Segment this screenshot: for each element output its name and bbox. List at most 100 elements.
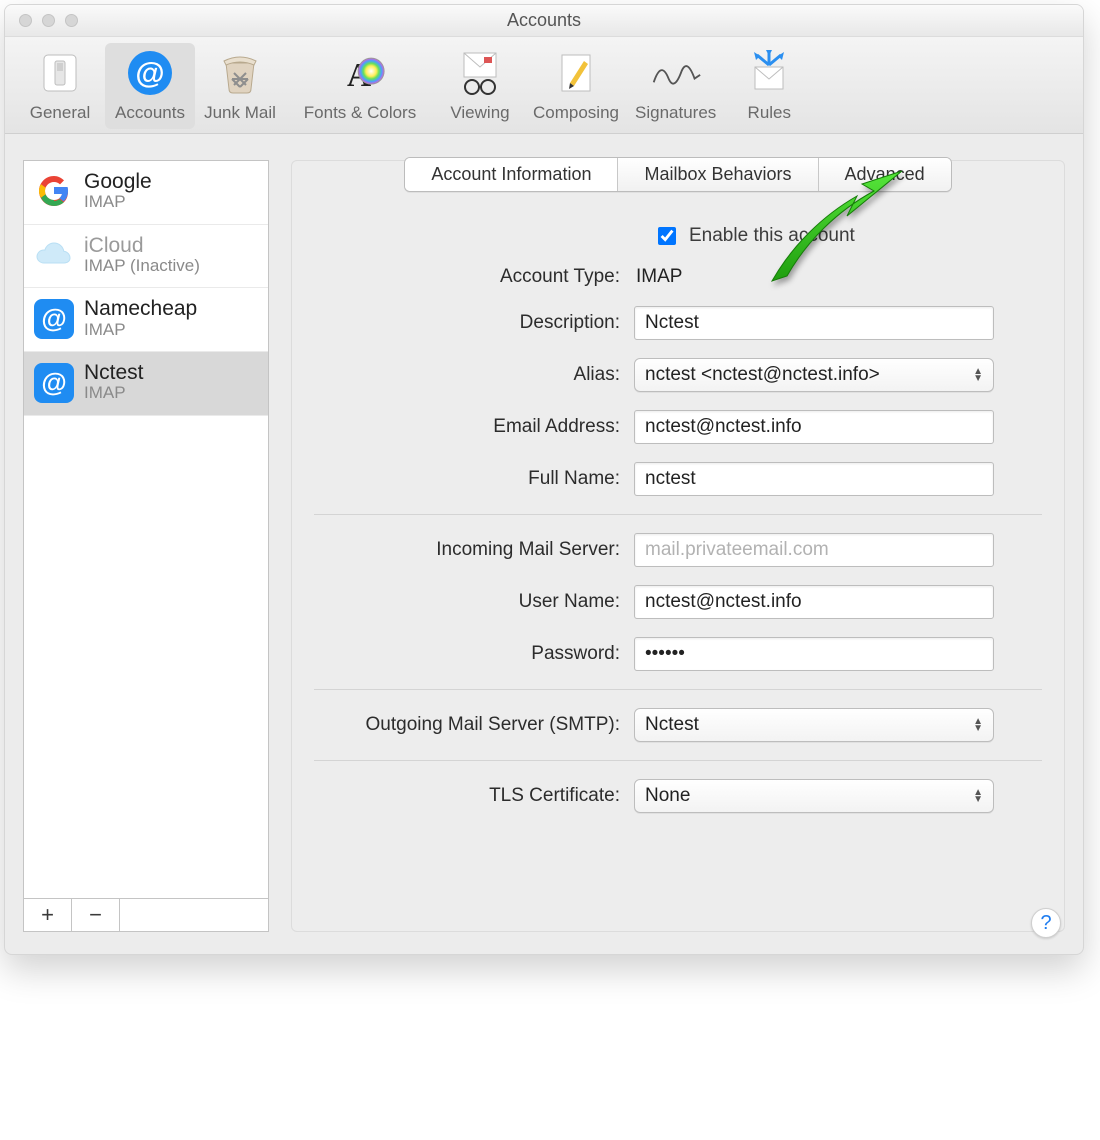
password-label: Password: <box>314 643 634 665</box>
alias-value: nctest <nctest@nctest.info> <box>645 364 880 386</box>
enable-account-checkbox[interactable] <box>658 227 676 245</box>
account-detail-panel: Account Information Mailbox Behaviors Ad… <box>291 160 1065 932</box>
account-form: Enable this account Account Type: IMAP D… <box>314 218 1042 819</box>
incoming-input <box>634 533 994 567</box>
description-label: Description: <box>314 312 634 334</box>
smtp-select[interactable]: Nctest ▲▼ <box>634 708 994 742</box>
chevron-up-down-icon: ▲▼ <box>973 789 983 803</box>
row-fullname: Full Name: <box>314 456 1042 502</box>
separator <box>314 760 1042 761</box>
toolbar-accounts[interactable]: @ Accounts <box>105 43 195 129</box>
account-name: Namecheap <box>84 298 197 320</box>
tls-select[interactable]: None ▲▼ <box>634 779 994 813</box>
fullname-input[interactable] <box>634 462 994 496</box>
account-type-value: IMAP <box>634 266 682 287</box>
at-sign-icon: @ <box>34 363 74 403</box>
alias-label: Alias: <box>314 364 634 386</box>
toolbar-signatures[interactable]: Signatures <box>627 43 724 129</box>
tls-label: TLS Certificate: <box>314 785 634 807</box>
account-row-icloud[interactable]: iCloud IMAP (Inactive) <box>24 225 268 289</box>
detail-tabs: Account Information Mailbox Behaviors Ad… <box>404 157 951 192</box>
password-input[interactable] <box>634 637 994 671</box>
email-input[interactable] <box>634 410 994 444</box>
row-smtp: Outgoing Mail Server (SMTP): Nctest ▲▼ <box>314 702 1042 748</box>
sidebar-footer-spacer <box>120 899 268 931</box>
toolbar-composing[interactable]: Composing <box>525 43 627 129</box>
accounts-sidebar: Google IMAP iCloud IMAP (Inactive) <box>23 160 269 932</box>
account-subtitle: IMAP <box>84 384 144 403</box>
account-row-namecheap[interactable]: @ Namecheap IMAP <box>24 288 268 352</box>
preferences-toolbar: General @ Accounts Junk Ma <box>5 37 1083 134</box>
toolbar-label: General <box>30 103 90 123</box>
separator <box>314 689 1042 690</box>
fonts-colors-icon: A <box>334 47 386 99</box>
at-sign-icon: @ <box>124 47 176 99</box>
account-name: iCloud <box>84 235 200 257</box>
account-type-label: Account Type: <box>314 266 634 288</box>
row-alias: Alias: nctest <nctest@nctest.info> ▲▼ <box>314 352 1042 398</box>
fullname-label: Full Name: <box>314 468 634 490</box>
google-icon <box>34 171 74 211</box>
toolbar-label: Junk Mail <box>204 103 276 123</box>
row-email: Email Address: <box>314 404 1042 450</box>
toolbar-label: Composing <box>533 103 619 123</box>
accounts-preferences-window: Accounts General @ Accounts <box>4 4 1084 955</box>
signature-icon <box>650 47 702 99</box>
tls-value: None <box>645 785 690 807</box>
switch-icon <box>34 47 86 99</box>
row-enable-account: Enable this account <box>314 218 1042 254</box>
toolbar-label: Rules <box>748 103 791 123</box>
description-input[interactable] <box>634 306 994 340</box>
help-label: ? <box>1040 912 1051 935</box>
toolbar-junk-mail[interactable]: Junk Mail <box>195 43 285 129</box>
toolbar-rules[interactable]: Rules <box>724 43 814 129</box>
row-tls: TLS Certificate: None ▲▼ <box>314 773 1042 819</box>
svg-text:@: @ <box>135 57 164 90</box>
toolbar-label: Accounts <box>115 103 185 123</box>
username-label: User Name: <box>314 591 634 613</box>
accounts-list: Google IMAP iCloud IMAP (Inactive) <box>23 160 269 898</box>
smtp-label: Outgoing Mail Server (SMTP): <box>314 714 634 736</box>
chevron-up-down-icon: ▲▼ <box>973 368 983 382</box>
row-password: Password: <box>314 631 1042 677</box>
account-subtitle: IMAP (Inactive) <box>84 257 200 276</box>
content-area: Google IMAP iCloud IMAP (Inactive) <box>5 134 1083 954</box>
toolbar-label: Fonts & Colors <box>304 103 416 123</box>
incoming-label: Incoming Mail Server: <box>314 539 634 561</box>
add-account-button[interactable]: + <box>24 899 72 931</box>
row-username: User Name: <box>314 579 1042 625</box>
toolbar-fonts-colors[interactable]: A Fonts & Colors <box>285 43 435 129</box>
toolbar-label: Viewing <box>450 103 509 123</box>
rules-icon <box>743 47 795 99</box>
tab-advanced[interactable]: Advanced <box>819 158 951 191</box>
icloud-icon <box>34 235 74 275</box>
account-row-nctest[interactable]: @ Nctest IMAP <box>24 352 268 416</box>
separator <box>314 514 1042 515</box>
username-input[interactable] <box>634 585 994 619</box>
account-subtitle: IMAP <box>84 193 152 212</box>
enable-account-label: Enable this account <box>689 225 855 247</box>
viewing-icon <box>454 47 506 99</box>
trash-icon <box>214 47 266 99</box>
account-name: Nctest <box>84 362 144 384</box>
alias-select[interactable]: nctest <nctest@nctest.info> ▲▼ <box>634 358 994 392</box>
window-title: Accounts <box>5 10 1083 31</box>
toolbar-label: Signatures <box>635 103 716 123</box>
tab-mailbox-behaviors[interactable]: Mailbox Behaviors <box>618 158 818 191</box>
account-name: Google <box>84 171 152 193</box>
toolbar-general[interactable]: General <box>15 43 105 129</box>
at-sign-icon: @ <box>34 299 74 339</box>
row-account-type: Account Type: IMAP <box>314 260 1042 294</box>
tab-account-information[interactable]: Account Information <box>405 158 618 191</box>
account-subtitle: IMAP <box>84 321 197 340</box>
sidebar-footer: + − <box>23 898 269 932</box>
remove-account-button[interactable]: − <box>72 899 120 931</box>
title-bar: Accounts <box>5 5 1083 37</box>
toolbar-viewing[interactable]: Viewing <box>435 43 525 129</box>
email-label: Email Address: <box>314 416 634 438</box>
help-button[interactable]: ? <box>1031 908 1061 938</box>
row-description: Description: <box>314 300 1042 346</box>
chevron-up-down-icon: ▲▼ <box>973 718 983 732</box>
account-row-google[interactable]: Google IMAP <box>24 161 268 225</box>
pencil-icon <box>550 47 602 99</box>
